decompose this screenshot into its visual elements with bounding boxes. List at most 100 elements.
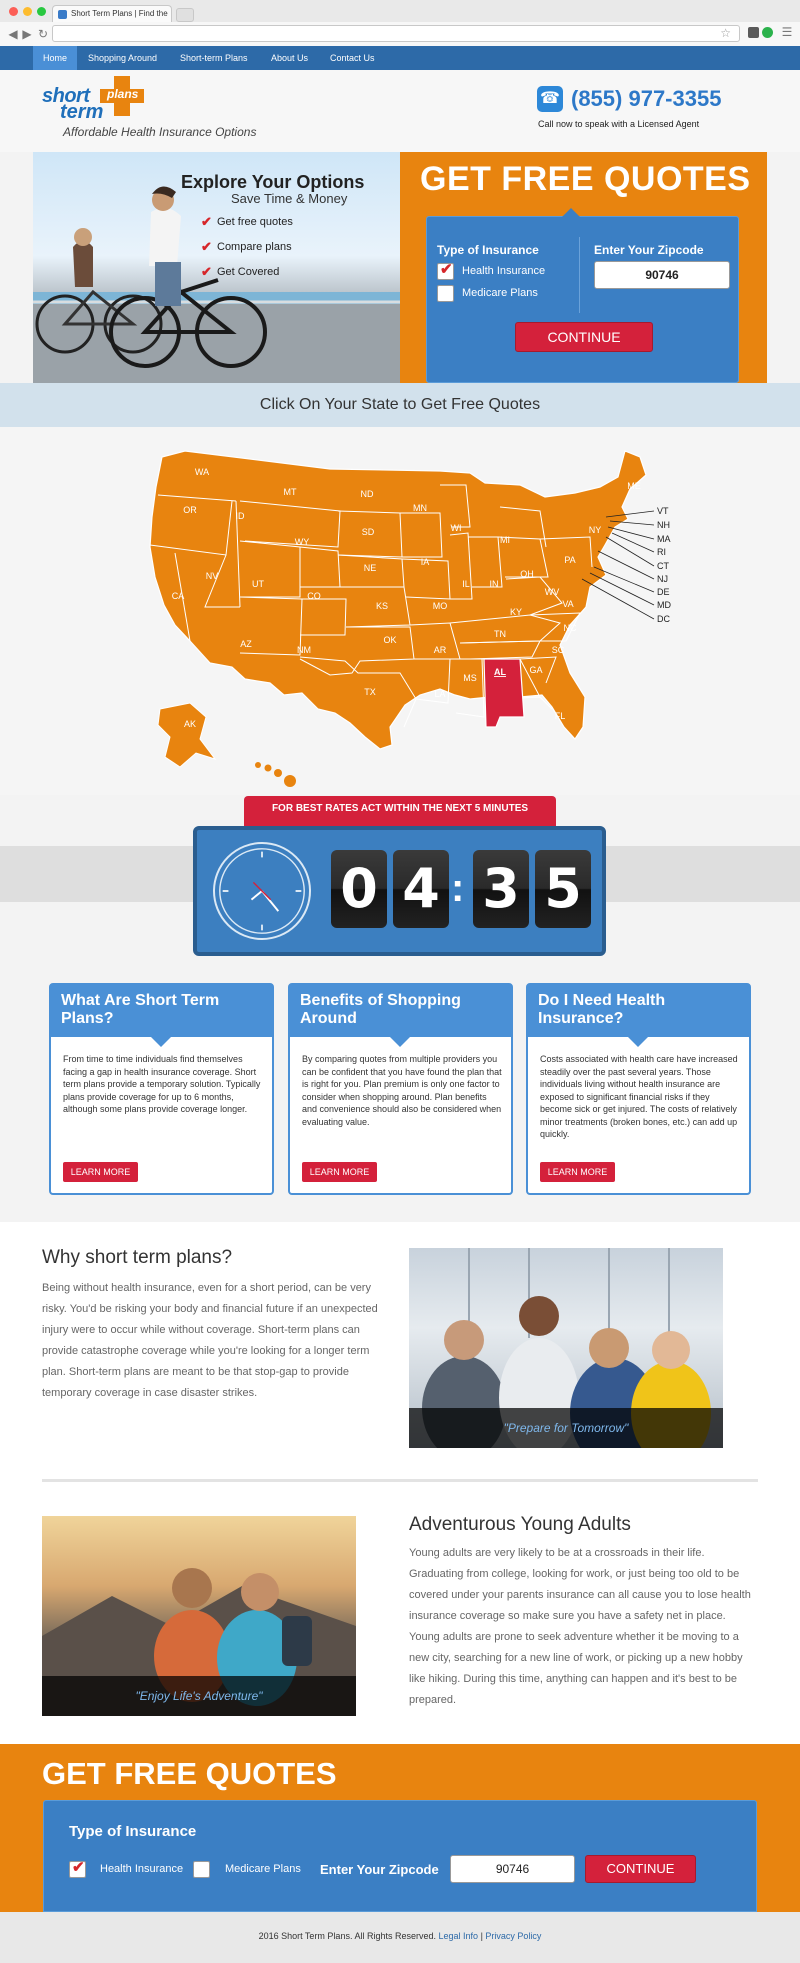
explore-subtitle: Save Time & Money <box>231 191 348 206</box>
learn-more-button[interactable]: LEARN MORE <box>63 1162 138 1182</box>
bottom-quote-form: Type of Insurance ✔ Health Insurance Med… <box>43 1800 757 1912</box>
zipcode-input[interactable]: 90746 <box>594 261 730 289</box>
health-insurance-checkbox[interactable]: ✔ <box>437 261 454 280</box>
section-divider <box>42 1479 758 1482</box>
map-section: WA OR ID MT ND MN WI MI SD WY NE IA IL IN OH PA NY M… <box>0 427 800 795</box>
bottom-medicare-label: Medicare Plans <box>225 1863 301 1875</box>
bookmark-star-icon[interactable]: ☆ <box>720 26 731 40</box>
footer: 2016 Short Term Plans. All Rights Reserv… <box>0 1912 800 1963</box>
bottom-zipcode-input[interactable]: 90746 <box>450 1855 575 1883</box>
timer-digit: 3 <box>473 850 529 928</box>
team-photo: "Prepare for Tomorrow" <box>409 1248 723 1448</box>
new-tab-button[interactable] <box>176 8 194 22</box>
phone-icon: ☎ <box>537 86 563 112</box>
address-bar[interactable]: ☆ <box>52 25 740 42</box>
nav-short-term-plans[interactable]: Short-term Plans <box>170 46 258 70</box>
reload-icon[interactable]: ↻ <box>36 27 50 41</box>
minimize-window-icon[interactable] <box>23 7 32 16</box>
svg-text:MO: MO <box>433 601 448 611</box>
learn-more-button[interactable]: LEARN MORE <box>302 1162 377 1182</box>
browser-tab[interactable]: Short Term Plans | Find the <box>52 5 172 22</box>
us-map[interactable]: WA OR ID MT ND MN WI MI SD WY NE IA IL IN OH PA NY M… <box>0 427 800 795</box>
checkmark-icon: ✔ <box>201 214 212 229</box>
bottom-quote-panel: GET FREE QUOTES Type of Insurance ✔ Heal… <box>0 1744 800 1912</box>
svg-text:VA: VA <box>562 599 573 609</box>
medicare-plans-checkbox[interactable] <box>437 285 454 302</box>
quote-notch <box>561 208 581 218</box>
menu-icon[interactable]: ☰ <box>780 25 794 39</box>
svg-text:MD: MD <box>657 600 671 610</box>
medicare-plans-label: Medicare Plans <box>462 287 538 299</box>
svg-text:NM: NM <box>297 645 311 655</box>
nav-shopping-around[interactable]: Shopping Around <box>78 46 167 70</box>
info-card: What Are Short Term Plans? From time to … <box>49 983 274 1195</box>
svg-text:OR: OR <box>183 505 197 515</box>
forward-icon[interactable]: ▶ <box>20 27 34 41</box>
svg-text:AZ: AZ <box>240 639 252 649</box>
bottom-medicare-checkbox[interactable] <box>193 1861 210 1878</box>
learn-more-button[interactable]: LEARN MORE <box>540 1162 615 1182</box>
svg-text:AK: AK <box>184 719 196 729</box>
maximize-window-icon[interactable] <box>37 7 46 16</box>
checkmark-icon: ✔ <box>440 261 453 278</box>
svg-text:ND: ND <box>361 489 374 499</box>
close-window-icon[interactable] <box>9 7 18 16</box>
bottom-continue-button[interactable]: CONTINUE <box>585 1855 696 1883</box>
svg-text:GA: GA <box>529 665 542 675</box>
type-label: Type of Insurance <box>437 243 539 257</box>
svg-text:NY: NY <box>589 525 602 535</box>
nav-about-us[interactable]: About Us <box>261 46 318 70</box>
card-notch <box>390 1037 410 1047</box>
adventure-text: Young adults are very likely to be at a … <box>409 1547 751 1706</box>
svg-text:SD: SD <box>362 527 375 537</box>
card-text: By comparing quotes from multiple provid… <box>302 1054 502 1127</box>
svg-text:ID: ID <box>236 511 246 521</box>
explore-title: Explore Your Options <box>181 172 365 192</box>
svg-text:TX: TX <box>364 687 376 697</box>
phone-number[interactable]: (855) 977-3355 <box>571 86 721 112</box>
card-notch <box>151 1037 171 1047</box>
why-text: Being without health insurance, even for… <box>42 1282 378 1399</box>
bottom-zip-label: Enter Your Zipcode <box>320 1862 439 1877</box>
svg-text:SC: SC <box>552 645 565 655</box>
svg-text:DC: DC <box>657 614 670 624</box>
browser-chrome: Short Term Plans | Find the ◀ ▶ ↻ ☆ ☰ <box>0 0 800 46</box>
benefit-item: ✔ Get Covered <box>201 264 280 279</box>
status-icon[interactable] <box>762 27 773 38</box>
svg-text:WV: WV <box>545 587 560 597</box>
clock-icon <box>213 842 311 940</box>
bottom-health-checkbox[interactable]: ✔ <box>69 1859 86 1878</box>
footer-separator: | <box>480 1931 483 1941</box>
timer-digit: 5 <box>535 850 591 928</box>
legal-info-link[interactable]: Legal Info <box>439 1931 479 1941</box>
svg-text:NH: NH <box>657 520 670 530</box>
card-text: From time to time individuals find thems… <box>63 1054 261 1114</box>
benefit-item: ✔ Compare plans <box>201 239 292 254</box>
card-text: Costs associated with health care have i… <box>540 1054 738 1139</box>
svg-text:WA: WA <box>195 467 209 477</box>
team-caption: "Prepare for Tomorrow" <box>409 1408 723 1448</box>
nav-contact-us[interactable]: Contact Us <box>320 46 385 70</box>
svg-text:UT: UT <box>252 579 264 589</box>
site-nav: Home Shopping Around Short-term Plans Ab… <box>0 46 800 70</box>
svg-text:NJ: NJ <box>657 574 668 584</box>
site-header: short term plans Affordable Health Insur… <box>0 70 800 152</box>
svg-text:MA: MA <box>657 534 671 544</box>
copyright-text: 2016 Short Term Plans. All Rights Reserv… <box>258 1931 436 1941</box>
adventure-caption: "Enjoy Life's Adventure" <box>42 1676 356 1716</box>
svg-text:MT: MT <box>284 487 297 497</box>
logo-plans: plans <box>107 87 139 101</box>
svg-text:CO: CO <box>307 591 321 601</box>
back-icon[interactable]: ◀ <box>6 27 20 41</box>
favicon-icon <box>58 10 67 19</box>
quote-form: Type of Insurance Enter Your Zipcode ✔ H… <box>426 208 739 383</box>
extension-icon[interactable] <box>748 27 759 38</box>
bottom-quote-title: GET FREE QUOTES <box>42 1756 337 1791</box>
logo-term: term <box>60 101 104 123</box>
svg-text:PA: PA <box>564 555 575 565</box>
quote-title: GET FREE QUOTES <box>420 160 751 198</box>
nav-home[interactable]: Home <box>33 46 78 70</box>
continue-button[interactable]: CONTINUE <box>515 322 653 352</box>
privacy-policy-link[interactable]: Privacy Policy <box>485 1931 541 1941</box>
svg-text:MN: MN <box>413 503 427 513</box>
